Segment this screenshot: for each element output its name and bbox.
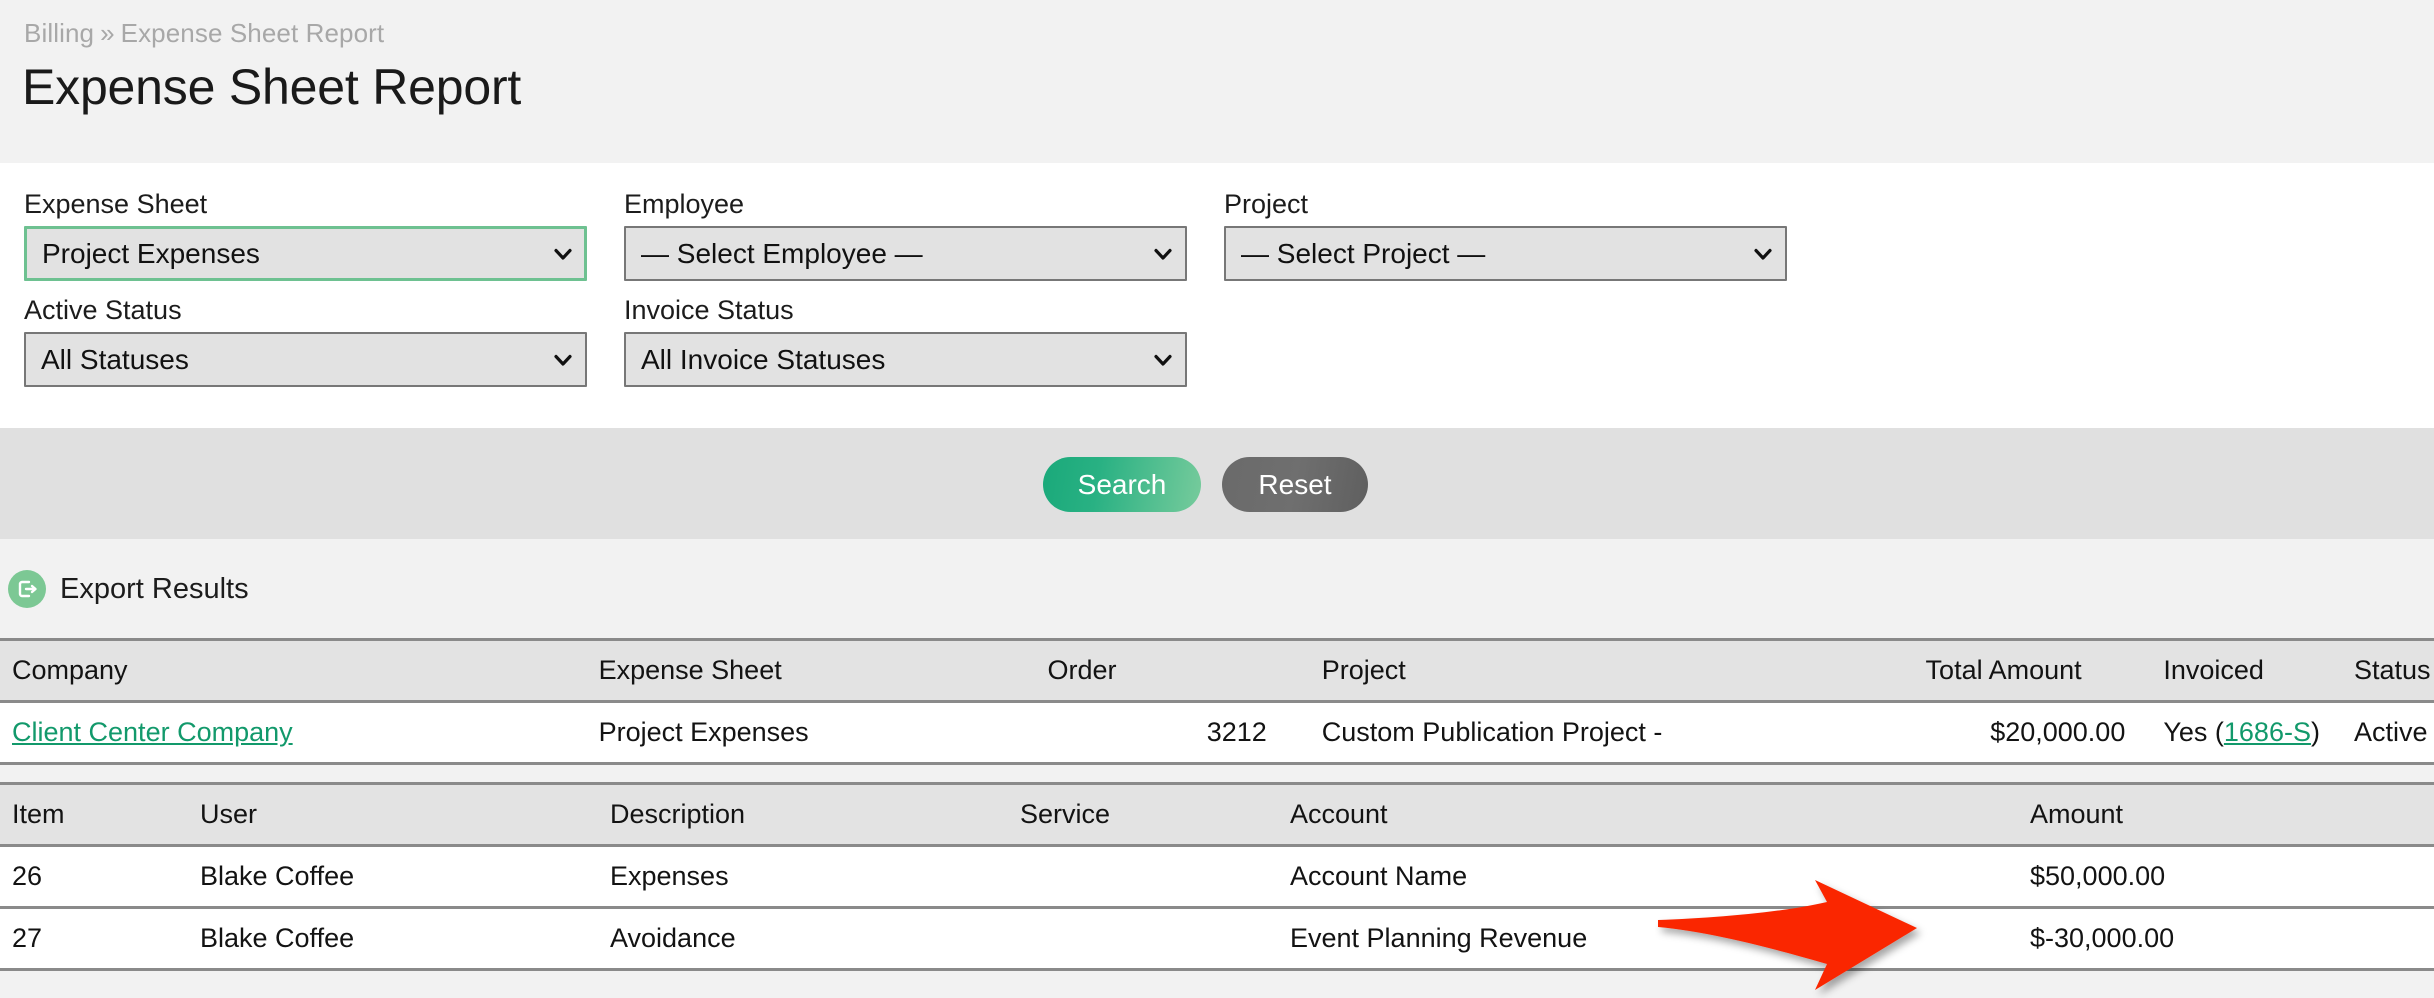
cell-invoiced: Yes (1686-S) — [2125, 701, 2320, 765]
select-wrap-expense-sheet: Project Expenses — [24, 226, 587, 281]
cell-user: Blake Coffee — [200, 907, 610, 971]
col-company: Company — [0, 638, 599, 703]
col-description: Description — [610, 782, 1020, 847]
company-link[interactable]: Client Center Company — [12, 717, 293, 747]
select-project[interactable]: — Select Project — — [1224, 226, 1787, 281]
status-badge: Active — [2319, 701, 2434, 765]
label-employee: Employee — [624, 189, 745, 219]
action-button-bar: Search Reset — [0, 428, 2434, 539]
breadcrumb-current: Expense Sheet Report — [120, 18, 385, 48]
col-project: Project — [1266, 638, 1926, 703]
col-status: Status — [2319, 638, 2434, 703]
breadcrumb-separator: » — [100, 18, 115, 48]
invoice-number-link[interactable]: 1686-S — [2224, 717, 2311, 747]
line-items-header-row: Item User Description Service Account Am… — [0, 782, 2434, 847]
select-wrap-employee: — Select Employee — — [624, 226, 1187, 281]
col-item: Item — [0, 782, 200, 847]
col-total-amount: Total Amount — [1925, 638, 2126, 703]
label-active-status: Active Status — [24, 295, 182, 325]
cell-description: Expenses — [610, 845, 1020, 909]
line-items-table: Item User Description Service Account Am… — [0, 782, 2434, 971]
select-expense-sheet[interactable]: Project Expenses — [24, 226, 587, 281]
invoiced-suffix: ) — [2310, 717, 2320, 747]
export-results-link[interactable]: Export Results — [8, 570, 249, 608]
cell-account: Event Planning Revenue — [1290, 907, 2030, 971]
cell-amount: $50,000.00 — [2030, 845, 2434, 909]
filter-grid: Expense Sheet Project Expenses Employee … — [24, 187, 2410, 399]
cell-amount: $-30,000.00 — [2030, 907, 2434, 971]
label-project: Project — [1224, 189, 1309, 219]
select-wrap-invoice-status: All Invoice Statuses — [624, 332, 1187, 387]
cell-project: Custom Publication Project - — [1266, 701, 1926, 765]
cell-item: 27 — [0, 907, 200, 971]
col-expense-sheet: Expense Sheet — [598, 638, 1048, 703]
filter-field-project: Project — Select Project — — [1224, 187, 1824, 281]
reset-button[interactable]: Reset — [1222, 457, 1368, 512]
results-header-row: Company Expense Sheet Order Project Tota… — [0, 638, 2434, 703]
line-items-table-head: Item User Description Service Account Am… — [0, 782, 2434, 847]
cell-total-amount: $20,000.00 — [1925, 701, 2126, 765]
select-wrap-active-status: All Statuses — [24, 332, 587, 387]
filter-field-active-status: Active Status All Statuses — [24, 293, 624, 387]
table-row: 27 Blake Coffee Avoidance Event Planning… — [0, 907, 2434, 971]
results-table: Company Expense Sheet Order Project Tota… — [0, 638, 2434, 765]
results-table-body: Client Center Company Project Expenses 3… — [0, 701, 2434, 765]
cell-account: Account Name — [1290, 845, 2030, 909]
cell-expense-sheet: Project Expenses — [598, 701, 1048, 765]
invoiced-prefix: Yes ( — [2163, 717, 2224, 747]
cell-item: 26 — [0, 845, 200, 909]
page-title: Expense Sheet Report — [22, 59, 522, 115]
col-account: Account — [1290, 782, 2030, 847]
filter-field-expense-sheet: Expense Sheet Project Expenses — [24, 187, 624, 281]
filter-panel: Expense Sheet Project Expenses Employee … — [0, 163, 2434, 428]
table-row: 26 Blake Coffee Expenses Account Name $5… — [0, 845, 2434, 909]
cell-service — [1020, 907, 1290, 971]
col-invoiced: Invoiced — [2125, 638, 2320, 703]
select-active-status[interactable]: All Statuses — [24, 332, 587, 387]
select-wrap-project: — Select Project — — [1224, 226, 1787, 281]
cell-user: Blake Coffee — [200, 845, 610, 909]
line-items-table-body: 26 Blake Coffee Expenses Account Name $5… — [0, 845, 2434, 971]
search-button[interactable]: Search — [1043, 457, 1201, 512]
col-order: Order — [1047, 638, 1267, 703]
select-invoice-status[interactable]: All Invoice Statuses — [624, 332, 1187, 387]
export-results-label: Export Results — [60, 572, 249, 605]
filter-field-employee: Employee — Select Employee — — [624, 187, 1224, 281]
filter-field-invoice-status: Invoice Status All Invoice Statuses — [624, 293, 1224, 387]
cell-company: Client Center Company — [0, 701, 599, 765]
label-invoice-status: Invoice Status — [624, 295, 794, 325]
col-user: User — [200, 782, 610, 847]
cell-description: Avoidance — [610, 907, 1020, 971]
col-service: Service — [1020, 782, 1290, 847]
select-employee[interactable]: — Select Employee — — [624, 226, 1187, 281]
export-icon — [8, 570, 46, 608]
cell-order: 3212 — [1047, 701, 1267, 765]
cell-service — [1020, 845, 1290, 909]
col-amount: Amount — [2030, 782, 2434, 847]
breadcrumb: Billing» Expense Sheet Report — [24, 18, 384, 49]
label-expense-sheet: Expense Sheet — [24, 189, 208, 219]
breadcrumb-parent[interactable]: Billing — [24, 18, 94, 48]
expense-sheet-report-page: Billing» Expense Sheet Report Expense She… — [0, 0, 2434, 998]
results-table-head: Company Expense Sheet Order Project Tota… — [0, 638, 2434, 703]
table-row: Client Center Company Project Expenses 3… — [0, 701, 2434, 765]
